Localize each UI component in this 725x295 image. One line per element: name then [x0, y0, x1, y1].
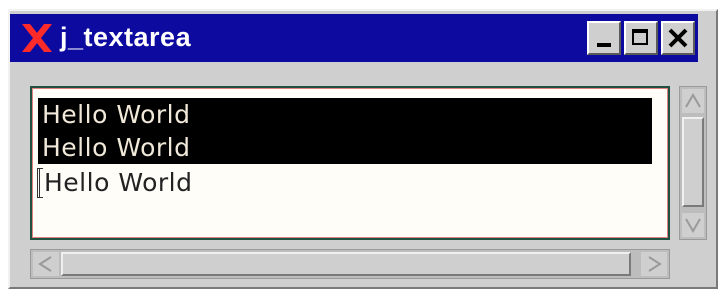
- minimize-button[interactable]: [587, 21, 621, 55]
- vertical-scroll-thumb[interactable]: [682, 117, 704, 207]
- maximize-button[interactable]: [624, 21, 658, 55]
- text-line[interactable]: Hello World: [44, 166, 192, 199]
- scroll-down-arrow-icon[interactable]: [682, 213, 704, 237]
- title-bar[interactable]: j_textarea: [10, 14, 698, 62]
- text-line-selected[interactable]: Hello World: [38, 98, 652, 131]
- horizontal-scrollbar[interactable]: [30, 249, 670, 279]
- horizontal-scroll-thumb[interactable]: [61, 252, 631, 276]
- text-line-selected[interactable]: Hello World: [38, 131, 652, 164]
- close-button[interactable]: [661, 21, 695, 55]
- scroll-up-arrow-icon[interactable]: [682, 89, 704, 113]
- maximize-icon: [632, 29, 648, 45]
- text-cursor: [37, 168, 43, 198]
- vertical-scrollbar[interactable]: [679, 86, 707, 240]
- x-logo-icon: [20, 20, 54, 56]
- scroll-left-arrow-icon[interactable]: [33, 252, 59, 276]
- window-title: j_textarea: [60, 22, 192, 52]
- minimize-icon: [597, 43, 611, 47]
- scroll-right-arrow-icon[interactable]: [641, 252, 667, 276]
- text-area[interactable]: Hello World Hello World Hello World: [30, 86, 670, 240]
